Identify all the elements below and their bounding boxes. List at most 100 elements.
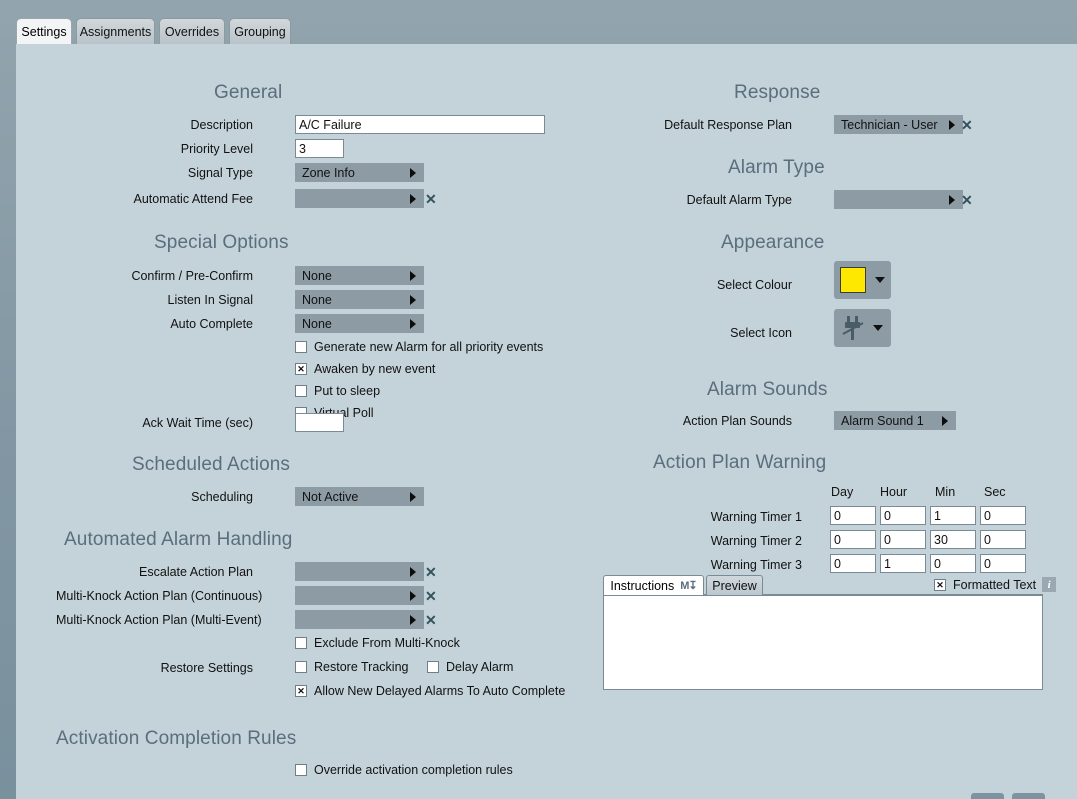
instructions-textarea-wrapper[interactable] — [603, 595, 1043, 690]
action-plan-sounds-value: Alarm Sound 1 — [841, 413, 924, 428]
settings-panel: General Description Priority Level Signa… — [16, 44, 1077, 799]
clear-multiknock-multievent-button[interactable]: ✕ — [425, 613, 437, 627]
listen-in-signal-value: None — [302, 292, 332, 307]
column-header-day: Day — [831, 485, 854, 499]
checkbox-row-delay-alarm[interactable]: Delay Alarm — [427, 660, 513, 674]
multiknock-multievent-dropdown[interactable] — [295, 610, 424, 629]
ack-wait-time-input[interactable] — [295, 413, 344, 432]
tab-settings-label: Settings — [21, 24, 67, 39]
generate-new-alarm-checkbox[interactable] — [295, 341, 307, 353]
checkbox-row-put-to-sleep[interactable]: Put to sleep — [295, 384, 380, 398]
warning-timer-1-day-input[interactable] — [830, 506, 876, 525]
chevron-right-icon — [942, 415, 948, 426]
checkbox-row-formatted-text[interactable]: Formatted Text i — [934, 577, 1057, 592]
column-header-hour: Hour — [880, 485, 908, 499]
confirm-preconfirm-dropdown[interactable]: None — [295, 266, 424, 285]
editor-tab-instructions-label: Instructions — [610, 578, 675, 593]
priority-level-input[interactable] — [295, 139, 344, 158]
automatic-attend-fee-dropdown[interactable] — [295, 189, 424, 208]
scheduling-dropdown[interactable]: Not Active — [295, 487, 424, 506]
exclude-from-multiknock-label: Exclude From Multi-Knock — [314, 636, 460, 650]
editor-tab-preview[interactable]: Preview — [706, 575, 763, 595]
checkbox-row-awaken-by-new-event[interactable]: Awaken by new event — [295, 362, 435, 376]
warning-timer-3-sec-input[interactable] — [980, 554, 1026, 573]
label-multiknock-multievent: Multi-Knock Action Plan (Multi-Event) — [56, 613, 262, 627]
info-icon[interactable]: i — [1042, 577, 1057, 592]
warning-timer-1-sec-input[interactable] — [980, 506, 1026, 525]
warning-timer-1-min-input[interactable] — [930, 506, 976, 525]
warning-timer-2-day-input[interactable] — [830, 530, 876, 549]
checkbox-row-restore-tracking[interactable]: Restore Tracking — [295, 660, 408, 674]
exclude-from-multiknock-checkbox[interactable] — [295, 637, 307, 649]
label-warning-timer-2: Warning Timer 2 — [710, 534, 802, 548]
bottom-button-left[interactable] — [971, 793, 1004, 799]
signal-type-dropdown[interactable]: Zone Info — [295, 163, 424, 182]
clear-escalate-action-plan-button[interactable]: ✕ — [425, 565, 437, 579]
allow-auto-complete-checkbox[interactable] — [295, 685, 307, 697]
checkbox-row-generate-new-alarm[interactable]: Generate new Alarm for all priority even… — [295, 340, 543, 354]
checkbox-row-allow-auto-complete[interactable]: Allow New Delayed Alarms To Auto Complet… — [295, 684, 565, 698]
label-auto-complete: Auto Complete — [170, 317, 253, 331]
restore-tracking-checkbox[interactable] — [295, 661, 307, 673]
section-title-alarm-sounds: Alarm Sounds — [707, 379, 828, 400]
delay-alarm-label: Delay Alarm — [446, 660, 514, 674]
tab-grouping[interactable]: Grouping — [229, 18, 291, 44]
warning-timer-3-hour-input[interactable] — [880, 554, 926, 573]
label-action-plan-sounds: Action Plan Sounds — [682, 414, 792, 428]
select-icon-button[interactable] — [834, 309, 891, 347]
tab-assignments[interactable]: Assignments — [76, 18, 155, 44]
restore-tracking-label: Restore Tracking — [314, 660, 409, 674]
clear-multiknock-continuous-button[interactable]: ✕ — [425, 589, 437, 603]
label-confirm-preconfirm: Confirm / Pre-Confirm — [131, 269, 253, 283]
chevron-right-icon — [410, 614, 416, 625]
clear-default-alarm-type-button[interactable]: ✕ — [961, 193, 973, 207]
warning-timer-2-min-input[interactable] — [930, 530, 976, 549]
warning-timer-2-sec-input[interactable] — [980, 530, 1026, 549]
put-to-sleep-label: Put to sleep — [314, 384, 381, 398]
override-activation-rules-checkbox[interactable] — [295, 764, 307, 776]
warning-timer-3-day-input[interactable] — [830, 554, 876, 573]
warning-timer-1-hour-input[interactable] — [880, 506, 926, 525]
chevron-right-icon — [949, 119, 955, 130]
checkbox-row-exclude-from-multiknock[interactable]: Exclude From Multi-Knock — [295, 636, 460, 650]
warning-timer-3-min-input[interactable] — [930, 554, 976, 573]
label-select-icon: Select Icon — [730, 326, 792, 340]
tab-settings[interactable]: Settings — [16, 18, 72, 44]
listen-in-signal-dropdown[interactable]: None — [295, 290, 424, 309]
multiknock-continuous-dropdown[interactable] — [295, 586, 424, 605]
default-response-plan-dropdown[interactable]: Technician - User — [834, 115, 963, 134]
tab-grouping-label: Grouping — [234, 24, 286, 39]
editor-tab-instructions[interactable]: Instructions M↧ — [603, 575, 704, 595]
action-plan-sounds-dropdown[interactable]: Alarm Sound 1 — [834, 411, 956, 430]
bottom-button-right[interactable] — [1012, 793, 1045, 799]
clear-default-response-plan-button[interactable]: ✕ — [961, 118, 973, 132]
section-title-appearance: Appearance — [721, 232, 825, 253]
section-title-activation-completion-rules: Activation Completion Rules — [56, 728, 297, 749]
awaken-by-new-event-checkbox[interactable] — [295, 363, 307, 375]
label-select-colour: Select Colour — [716, 278, 792, 292]
default-alarm-type-dropdown[interactable] — [834, 190, 963, 209]
label-default-alarm-type: Default Alarm Type — [686, 193, 792, 207]
clear-automatic-attend-fee-button[interactable]: ✕ — [425, 192, 437, 206]
label-automatic-attend-fee: Automatic Attend Fee — [133, 192, 253, 206]
chevron-right-icon — [410, 294, 416, 305]
formatted-text-checkbox[interactable] — [934, 578, 946, 591]
section-title-general: General — [214, 82, 283, 103]
escalate-action-plan-dropdown[interactable] — [295, 562, 424, 581]
auto-complete-dropdown[interactable]: None — [295, 314, 424, 333]
select-colour-button[interactable] — [834, 261, 891, 299]
warning-timer-2-hour-input[interactable] — [880, 530, 926, 549]
checkbox-row-override-activation-rules[interactable]: Override activation completion rules — [295, 763, 513, 777]
chevron-down-icon — [875, 277, 885, 283]
column-header-sec: Sec — [984, 485, 1006, 499]
chevron-down-icon — [873, 325, 883, 331]
awaken-by-new-event-label: Awaken by new event — [314, 362, 436, 376]
delay-alarm-checkbox[interactable] — [427, 661, 439, 673]
section-title-alarm-type: Alarm Type — [728, 157, 825, 178]
tab-overrides[interactable]: Overrides — [159, 18, 225, 44]
allow-auto-complete-label: Allow New Delayed Alarms To Auto Complet… — [314, 684, 566, 698]
override-activation-rules-label: Override activation completion rules — [314, 763, 513, 777]
auto-complete-value: None — [302, 316, 332, 331]
put-to-sleep-checkbox[interactable] — [295, 385, 307, 397]
description-input[interactable] — [295, 115, 545, 134]
